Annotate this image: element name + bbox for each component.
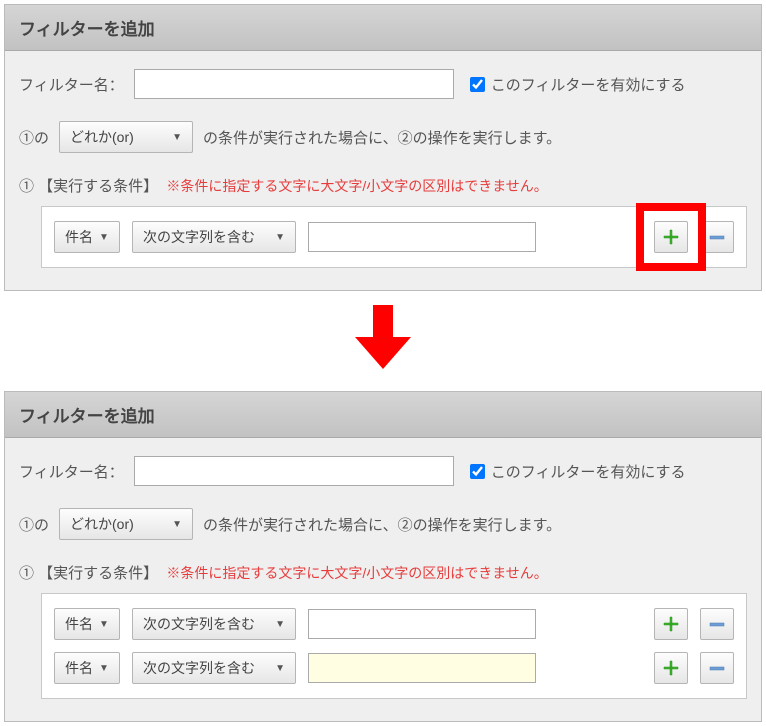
condition-field-select[interactable]: 件名 ▼ [54,652,120,684]
filter-name-label: フィルター名： [19,461,124,482]
condition-value-input[interactable] [308,222,536,252]
rule-suffix: の条件が実行された場合に、②の操作を実行します。 [203,127,561,148]
condition-row: 件名 ▼ 次の文字列を含む ▼ [54,652,734,684]
condition-field-select[interactable]: 件名 ▼ [54,221,120,253]
condition-operator-value: 次の文字列を含む [143,614,255,634]
add-condition-button[interactable] [654,652,688,684]
plus-icon [663,616,679,632]
condition-value-input[interactable] [308,609,536,639]
condition-row: 件名 ▼ 次の文字列を含む ▼ [54,608,734,640]
conditions-section-label: ① 【実行する条件】 [19,565,158,582]
match-mode-select[interactable]: どれか(or) ▼ [59,121,193,153]
match-mode-value: どれか(or) [70,127,134,147]
add-condition-button[interactable] [654,608,688,640]
plus-icon [663,229,679,245]
condition-operator-value: 次の文字列を含む [143,227,255,247]
enable-filter-checkbox[interactable] [470,77,485,92]
condition-operator-select[interactable]: 次の文字列を含む ▼ [132,652,296,684]
rule-prefix: ①の [19,514,49,535]
condition-field-select[interactable]: 件名 ▼ [54,608,120,640]
conditions-note: ※条件に指定する文字に大文字/小文字の区別はできません。 [166,178,547,194]
remove-condition-button[interactable] [700,221,734,253]
conditions-section-label: ① 【実行する条件】 [19,178,158,195]
enable-filter-label: このフィルターを有効にする [491,74,686,95]
enable-filter-label: このフィルターを有効にする [491,461,686,482]
filter-name-input[interactable] [134,69,454,99]
filter-panel-before: フィルターを追加 フィルター名： このフィルターを有効にする ①の どれか(or… [4,4,762,291]
remove-condition-button[interactable] [700,652,734,684]
rule-suffix: の条件が実行された場合に、②の操作を実行します。 [203,514,561,535]
condition-field-value: 件名 [65,227,93,247]
add-condition-button[interactable] [654,221,688,253]
caret-down-icon: ▼ [275,663,285,674]
conditions-container: 件名 ▼ 次の文字列を含む ▼ [41,206,747,268]
match-mode-select[interactable]: どれか(or) ▼ [59,508,193,540]
minus-icon [709,229,725,245]
remove-condition-button[interactable] [700,608,734,640]
minus-icon [709,660,725,676]
condition-operator-value: 次の文字列を含む [143,658,255,678]
caret-down-icon: ▼ [172,132,182,143]
caret-down-icon: ▼ [99,232,109,243]
caret-down-icon: ▼ [99,619,109,630]
condition-operator-select[interactable]: 次の文字列を含む ▼ [132,221,296,253]
conditions-container: 件名 ▼ 次の文字列を含む ▼ 件名 ▼ [41,593,747,699]
filter-name-input[interactable] [134,456,454,486]
arrow-down-icon [0,295,766,387]
enable-filter-checkbox[interactable] [470,464,485,479]
conditions-note: ※条件に指定する文字に大文字/小文字の区別はできません。 [166,565,547,581]
plus-icon [663,660,679,676]
caret-down-icon: ▼ [172,519,182,530]
condition-value-input[interactable] [308,653,536,683]
condition-row: 件名 ▼ 次の文字列を含む ▼ [54,221,734,253]
condition-field-value: 件名 [65,658,93,678]
condition-field-value: 件名 [65,614,93,634]
minus-icon [709,616,725,632]
caret-down-icon: ▼ [275,232,285,243]
filter-name-label: フィルター名： [19,74,124,95]
caret-down-icon: ▼ [275,619,285,630]
match-mode-value: どれか(or) [70,514,134,534]
filter-panel-after: フィルターを追加 フィルター名： このフィルターを有効にする ①の どれか(or… [4,391,762,722]
rule-prefix: ①の [19,127,49,148]
panel-title: フィルターを追加 [5,5,761,51]
condition-operator-select[interactable]: 次の文字列を含む ▼ [132,608,296,640]
caret-down-icon: ▼ [99,663,109,674]
panel-title: フィルターを追加 [5,392,761,438]
